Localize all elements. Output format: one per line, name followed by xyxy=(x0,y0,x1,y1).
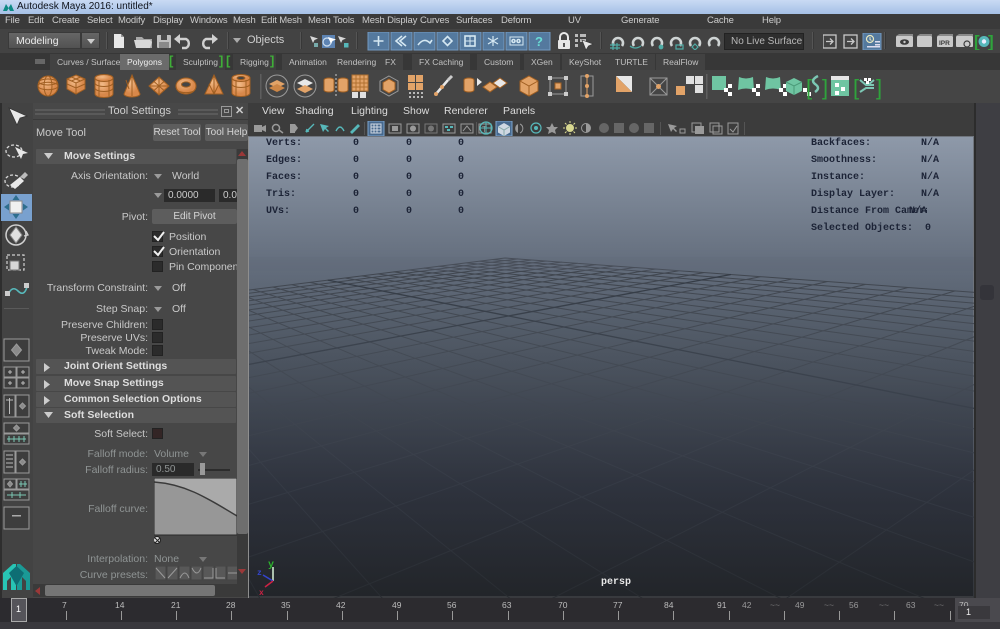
svg-text:?: ? xyxy=(535,34,543,49)
svg-text:]: ] xyxy=(822,75,828,100)
svg-text:x: x xyxy=(259,589,264,598)
svg-text:[: [ xyxy=(853,75,859,100)
svg-text:z: z xyxy=(257,569,262,578)
svg-text:[: [ xyxy=(806,75,812,100)
svg-text:IPR: IPR xyxy=(939,40,950,47)
svg-text:]: ] xyxy=(876,75,882,100)
svg-text:y: y xyxy=(268,560,274,571)
